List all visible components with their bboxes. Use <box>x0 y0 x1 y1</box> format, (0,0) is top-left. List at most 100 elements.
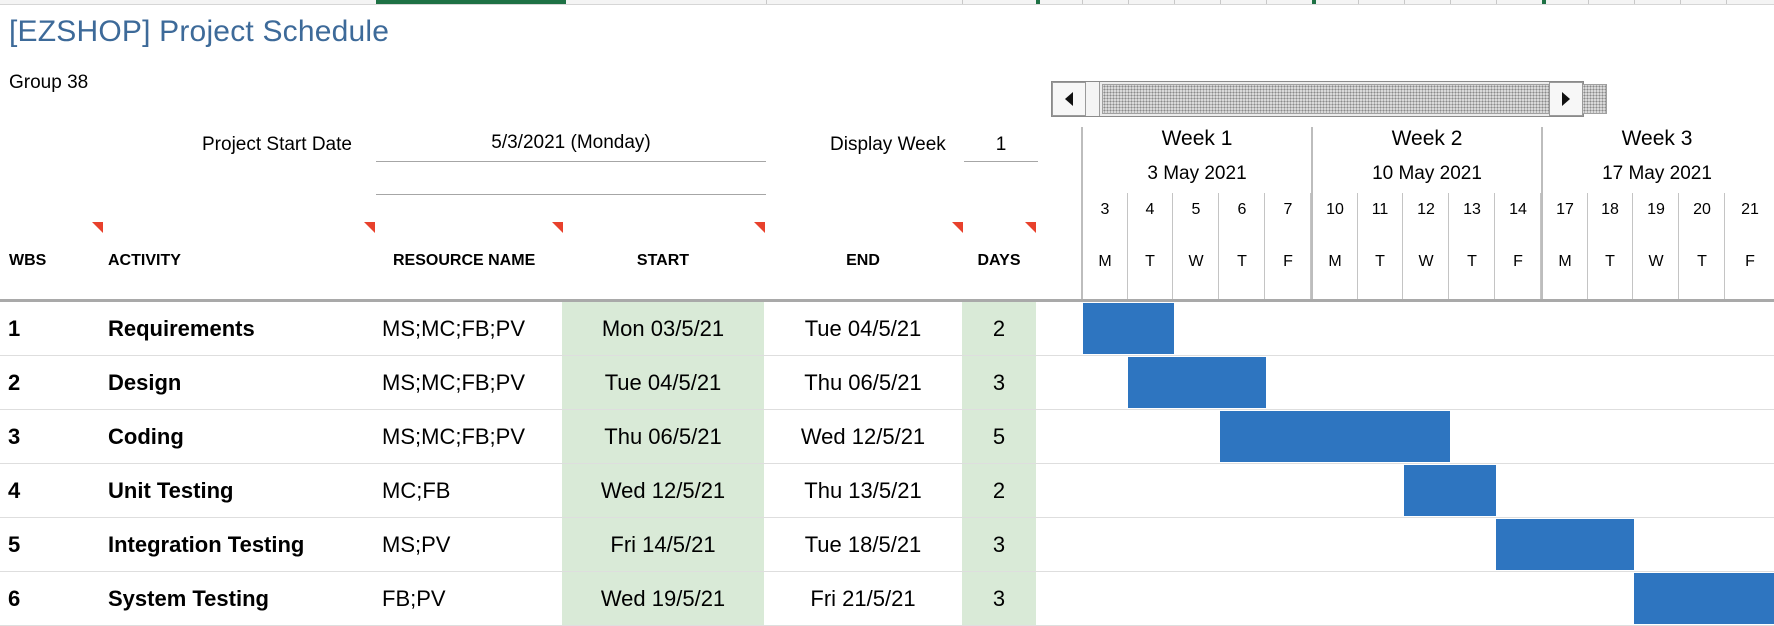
gantt-bar <box>1083 303 1174 354</box>
day-number: 19 <box>1647 201 1665 218</box>
comment-flag-icon <box>364 222 375 233</box>
resource-cell[interactable]: MS;MC;FB;PV <box>382 302 525 355</box>
header-start: START <box>636 252 690 269</box>
resource-cell[interactable]: MC;FB <box>382 464 450 517</box>
day-number: 7 <box>1283 201 1293 218</box>
wbs-cell[interactable]: 3 <box>8 410 20 463</box>
days-cell[interactable]: 3 <box>962 518 1036 571</box>
comment-flag-icon <box>92 222 103 233</box>
scroll-track[interactable] <box>1102 84 1607 114</box>
days-cell[interactable]: 5 <box>962 410 1036 463</box>
end-cell[interactable]: Thu 06/5/21 <box>764 356 962 409</box>
day-letter: T <box>1467 253 1477 270</box>
sheet-top-strip <box>0 0 1774 5</box>
project-start-label: Project Start Date <box>202 134 352 155</box>
day-column: 20 T <box>1680 193 1725 299</box>
table-row[interactable]: 2 Design MS;MC;FB;PV Tue 04/5/21 Thu 06/… <box>0 356 1774 410</box>
day-letter: T <box>1237 253 1247 270</box>
arrow-left-icon <box>1065 92 1073 106</box>
days-cell[interactable]: 2 <box>962 464 1036 517</box>
table-row[interactable]: 3 Coding MS;MC;FB;PV Thu 06/5/21 Wed 12/… <box>0 410 1774 464</box>
day-letter: W <box>1648 253 1664 270</box>
day-column: 19 W <box>1634 193 1679 299</box>
activity-cell[interactable]: Unit Testing <box>108 464 233 517</box>
start-cell[interactable]: Tue 04/5/21 <box>562 356 764 409</box>
day-column: 11 T <box>1358 193 1403 299</box>
week-scrollbar[interactable] <box>1051 81 1607 117</box>
week-name: Week 1 <box>1161 127 1233 150</box>
resource-cell[interactable]: FB;PV <box>382 572 446 625</box>
week-header: Week 3 17 May 2021 <box>1542 128 1772 185</box>
table-row[interactable]: 1 Requirements MS;MC;FB;PV Mon 03/5/21 T… <box>0 302 1774 356</box>
wbs-cell[interactable]: 4 <box>8 464 20 517</box>
day-letter: T <box>1145 253 1155 270</box>
day-number: 3 <box>1100 201 1110 218</box>
gantt-bar <box>1404 465 1496 516</box>
start-cell[interactable]: Wed 12/5/21 <box>562 464 764 517</box>
scroll-left-button[interactable] <box>1052 82 1086 116</box>
wbs-cell[interactable]: 1 <box>8 302 20 355</box>
project-start-underline <box>376 161 766 162</box>
wbs-cell[interactable]: 5 <box>8 518 20 571</box>
project-start-value[interactable]: 5/3/2021 (Monday) <box>376 132 766 154</box>
start-cell[interactable]: Mon 03/5/21 <box>562 302 764 355</box>
day-column: 17 M <box>1543 193 1588 299</box>
end-cell[interactable]: Tue 18/5/21 <box>764 518 962 571</box>
wbs-cell[interactable]: 6 <box>8 572 20 625</box>
display-week-value[interactable]: 1 <box>964 134 1038 156</box>
table-row[interactable]: 4 Unit Testing MC;FB Wed 12/5/21 Thu 13/… <box>0 464 1774 518</box>
week-name: Week 3 <box>1621 127 1693 150</box>
activity-cell[interactable]: Requirements <box>108 302 255 355</box>
day-letter: T <box>1697 253 1707 270</box>
day-number: 21 <box>1741 201 1759 218</box>
resource-cell[interactable]: MS;MC;FB;PV <box>382 410 525 463</box>
activity-cell[interactable]: Coding <box>108 410 184 463</box>
week-date: 10 May 2021 <box>1372 163 1482 184</box>
scroll-grip[interactable] <box>1086 82 1100 116</box>
resource-cell[interactable]: MS;PV <box>382 518 450 571</box>
table-row[interactable]: 6 System Testing FB;PV Wed 19/5/21 Fri 2… <box>0 572 1774 626</box>
end-cell[interactable]: Wed 12/5/21 <box>764 410 962 463</box>
day-number: 11 <box>1371 201 1389 218</box>
header-days: DAYS <box>977 252 1021 269</box>
activity-cell[interactable]: Integration Testing <box>108 518 304 571</box>
day-column: 10 M <box>1313 193 1358 299</box>
table-row[interactable]: 5 Integration Testing MS;PV Fri 14/5/21 … <box>0 518 1774 572</box>
end-cell[interactable]: Thu 13/5/21 <box>764 464 962 517</box>
activity-cell[interactable]: Design <box>108 356 181 409</box>
day-letter: F <box>1283 253 1293 270</box>
day-column: 18 T <box>1588 193 1633 299</box>
start-cell[interactable]: Wed 19/5/21 <box>562 572 764 625</box>
days-cell[interactable]: 2 <box>962 302 1036 355</box>
day-letter: F <box>1745 253 1755 270</box>
day-column: 14 F <box>1496 193 1541 299</box>
scroll-right-button[interactable] <box>1549 82 1583 116</box>
day-number: 18 <box>1601 201 1619 218</box>
day-number: 4 <box>1145 201 1155 218</box>
activity-cell[interactable]: System Testing <box>108 572 269 625</box>
header-resource: RESOURCE NAME <box>393 252 536 269</box>
gantt-bar <box>1634 573 1774 624</box>
days-cell[interactable]: 3 <box>962 572 1036 625</box>
day-letter: T <box>1375 253 1385 270</box>
week-name: Week 2 <box>1391 127 1463 150</box>
end-cell[interactable]: Tue 04/5/21 <box>764 302 962 355</box>
wbs-cell[interactable]: 2 <box>8 356 20 409</box>
display-week-label: Display Week <box>830 134 946 155</box>
blank-field-underline <box>376 194 766 195</box>
days-cell[interactable]: 3 <box>962 356 1036 409</box>
start-cell[interactable]: Thu 06/5/21 <box>562 410 764 463</box>
day-number: 6 <box>1237 201 1247 218</box>
start-cell[interactable]: Fri 14/5/21 <box>562 518 764 571</box>
display-week-underline <box>964 161 1038 162</box>
end-cell[interactable]: Fri 21/5/21 <box>764 572 962 625</box>
day-column: 7F <box>1266 193 1311 299</box>
week-date: 17 May 2021 <box>1602 163 1712 184</box>
resource-cell[interactable]: MS;MC;FB;PV <box>382 356 525 409</box>
day-column: 13 T <box>1450 193 1495 299</box>
week-date: 3 May 2021 <box>1147 163 1247 184</box>
comment-flag-icon <box>552 222 563 233</box>
header-activity: ACTIVITY <box>108 252 181 269</box>
day-column: 3M <box>1083 193 1128 299</box>
selected-column-marker <box>376 0 566 4</box>
